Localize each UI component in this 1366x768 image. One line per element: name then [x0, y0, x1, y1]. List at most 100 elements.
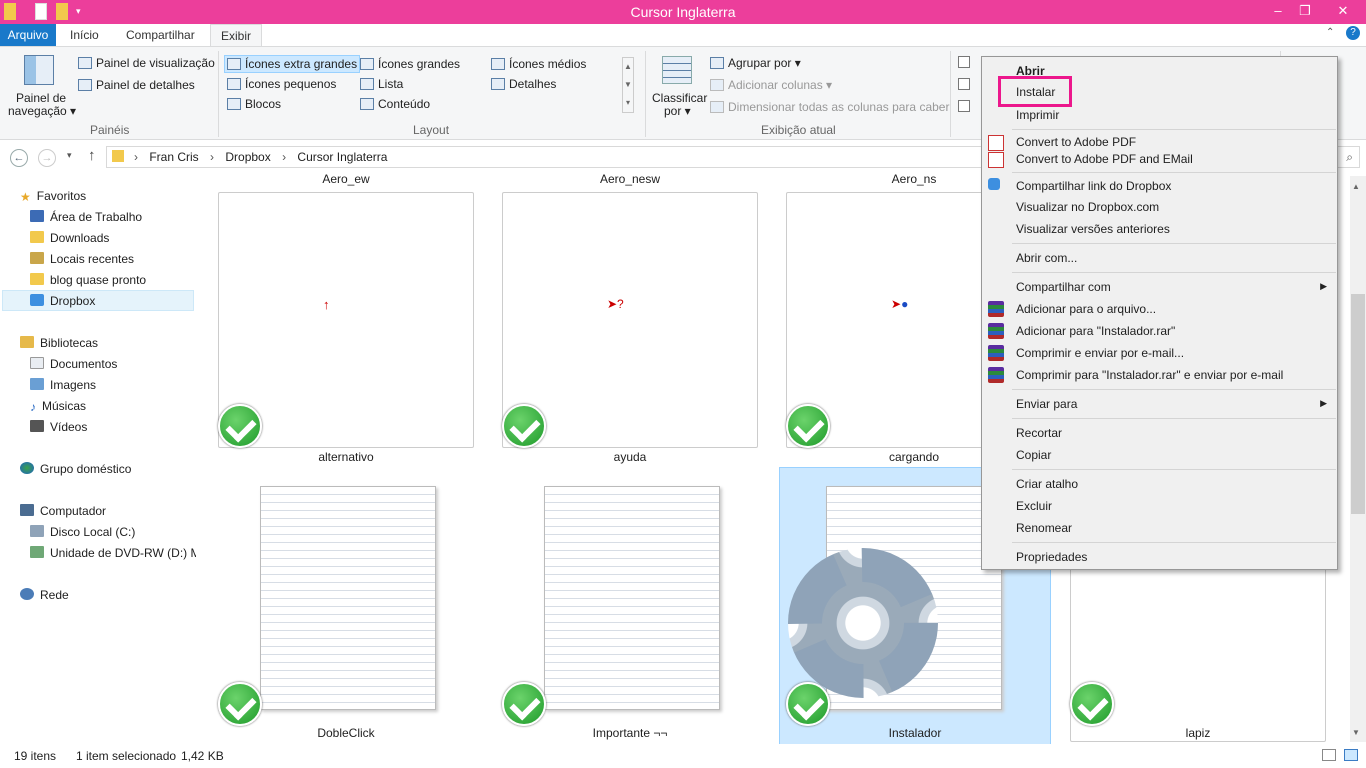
scroll-down-icon[interactable]: ▼: [1352, 728, 1360, 737]
menu-create-shortcut[interactable]: Criar atalho: [1016, 474, 1078, 494]
file-tile-importante[interactable]: Importante ¬¬: [480, 468, 752, 748]
size-columns-button[interactable]: Dimensionar todas as colunas para caber: [710, 100, 949, 114]
navigation-pane-button[interactable]: Painel de: [16, 91, 66, 105]
details-view-icon[interactable]: [1322, 749, 1336, 761]
menu-dropbox-view[interactable]: Visualizar no Dropbox.com: [1016, 197, 1159, 217]
group-panes-label: Painéis: [90, 123, 130, 137]
file-label: lapiz: [1185, 726, 1211, 740]
tab-view[interactable]: Exibir: [210, 24, 263, 46]
menu-add-archive[interactable]: Adicionar para o arquivo...: [1016, 299, 1156, 319]
nav-computer[interactable]: Computador: [20, 501, 106, 521]
menu-properties[interactable]: Propriedades: [1016, 547, 1087, 567]
breadcrumb-chevron-icon: ›: [282, 150, 287, 164]
breadcrumb-item[interactable]: Fran Cris: [149, 150, 198, 164]
help-icon[interactable]: ?: [1346, 26, 1360, 40]
menu-open-with[interactable]: Abrir com...: [1016, 248, 1077, 268]
extra-large-icons-button[interactable]: Ícones extra grandes: [224, 55, 361, 73]
menu-dropbox-share-link[interactable]: Compartilhar link do Dropbox: [1016, 176, 1171, 196]
list-button[interactable]: Lista: [360, 77, 403, 91]
breadcrumb-item[interactable]: Cursor Inglaterra: [297, 150, 387, 164]
nav-images[interactable]: Imagens: [30, 375, 96, 395]
computer-icon: [20, 504, 34, 516]
file-tile-ayuda[interactable]: ➤? ayuda: [480, 174, 758, 464]
medium-icons-icon: [491, 58, 505, 70]
nav-downloads[interactable]: Downloads: [30, 228, 109, 248]
nav-documents[interactable]: Documentos: [30, 354, 117, 374]
add-columns-button[interactable]: Adicionar colunas ▾: [710, 78, 832, 92]
close-button[interactable]: ✕: [1320, 0, 1366, 22]
layout-gallery-scroll[interactable]: ▲ ▼ ▾: [622, 57, 634, 113]
medium-icons-button[interactable]: Ícones médios: [491, 57, 586, 71]
large-icons-view-icon[interactable]: [1344, 749, 1358, 761]
nav-blog[interactable]: blog quase pronto: [30, 270, 146, 290]
preview-pane-button[interactable]: Painel de visualização: [78, 56, 215, 70]
tab-home[interactable]: Início: [60, 24, 109, 46]
menu-print[interactable]: Imprimir: [1016, 105, 1059, 125]
menu-copy[interactable]: Copiar: [1016, 445, 1051, 465]
details-pane-button[interactable]: Painel de detalhes: [78, 78, 195, 92]
file-tile-alternativo[interactable]: ↑ alternativo: [196, 174, 474, 464]
nav-dropbox[interactable]: Dropbox: [30, 291, 95, 311]
dropbox-icon: [988, 178, 1000, 190]
vertical-scrollbar[interactable]: ▲ ▼: [1350, 176, 1366, 742]
item-count: 19 itens: [14, 749, 57, 763]
menu-dropbox-versions[interactable]: Visualizar versões anteriores: [1016, 219, 1170, 239]
maximize-button[interactable]: ❐: [1290, 0, 1320, 22]
sort-by-button[interactable]: Classificar: [652, 91, 707, 105]
details-button[interactable]: Detalhes: [491, 77, 556, 91]
homegroup-icon: [20, 462, 34, 474]
menu-share-with[interactable]: Compartilhar com: [1016, 277, 1111, 297]
small-icons-icon: [227, 78, 241, 90]
title-bar: ▾ Cursor Inglaterra – ❐ ✕: [0, 0, 1366, 24]
sync-check-icon: [218, 682, 262, 726]
navigation-pane-icon[interactable]: [24, 55, 54, 85]
pdf-email-icon: [988, 152, 1004, 168]
minimize-button[interactable]: –: [1263, 0, 1293, 22]
menu-add-rar[interactable]: Adicionar para "Instalador.rar": [1016, 321, 1175, 341]
group-by-button[interactable]: Agrupar por ▾: [710, 56, 801, 70]
navigation-pane-button-2[interactable]: navegação ▾: [8, 104, 76, 118]
large-icons-icon: [360, 58, 374, 70]
nav-desktop[interactable]: Área de Trabalho: [30, 207, 142, 227]
nav-recent[interactable]: Locais recentes: [30, 249, 134, 269]
back-button[interactable]: ←: [10, 149, 28, 167]
content-button[interactable]: Conteúdo: [360, 97, 430, 111]
up-arrow-icon[interactable]: ↑: [88, 147, 96, 164]
menu-cut[interactable]: Recortar: [1016, 423, 1062, 443]
menu-compress-rar-email[interactable]: Comprimir para "Instalador.rar" e enviar…: [1016, 365, 1283, 385]
menu-send-to[interactable]: Enviar para: [1016, 394, 1077, 414]
menu-separator: [1012, 172, 1336, 173]
menu-compress-email[interactable]: Comprimir e enviar por e-mail...: [1016, 343, 1184, 363]
file-tile-dobleclick[interactable]: DobleClick: [196, 468, 468, 748]
breadcrumb-item[interactable]: Dropbox: [225, 150, 270, 164]
menu-delete[interactable]: Excluir: [1016, 496, 1052, 516]
large-icons-button[interactable]: Ícones grandes: [360, 57, 460, 71]
sort-by-button-2[interactable]: por ▾: [664, 104, 691, 118]
tiles-button[interactable]: Blocos: [227, 97, 281, 111]
checkbox-1[interactable]: [958, 56, 970, 68]
tab-share[interactable]: Compartilhar: [116, 24, 205, 46]
nav-dvd[interactable]: Unidade de DVD-RW (D:) M: [30, 543, 200, 563]
nav-favorites[interactable]: ★ Favoritos: [20, 186, 86, 206]
nav-network[interactable]: Rede: [20, 585, 69, 605]
menu-rename[interactable]: Renomear: [1016, 518, 1072, 538]
collapse-ribbon-icon[interactable]: ⌃: [1326, 27, 1334, 38]
arrow-cursor-icon: ↑: [323, 297, 330, 312]
menu-separator: [1012, 272, 1336, 273]
checkbox-2[interactable]: [958, 78, 970, 90]
recent-locations-icon[interactable]: ▾: [67, 150, 72, 161]
nav-libraries[interactable]: Bibliotecas: [20, 333, 98, 353]
menu-separator: [1012, 418, 1336, 419]
nav-disk-c[interactable]: Disco Local (C:): [30, 522, 135, 542]
menu-convert-pdf-email[interactable]: Convert to Adobe PDF and EMail: [1016, 149, 1193, 169]
scrollbar-thumb[interactable]: [1351, 294, 1365, 514]
nav-homegroup[interactable]: Grupo doméstico: [20, 459, 131, 479]
small-icons-button[interactable]: Ícones pequenos: [227, 77, 336, 91]
sort-by-icon[interactable]: [662, 56, 692, 84]
checkbox-3[interactable]: [958, 100, 970, 112]
tab-file[interactable]: Arquivo: [0, 24, 56, 46]
scroll-up-icon[interactable]: ▲: [1352, 182, 1360, 191]
nav-music[interactable]: ♪ Músicas: [30, 396, 86, 416]
forward-button[interactable]: →: [38, 149, 56, 167]
nav-videos[interactable]: Vídeos: [30, 417, 87, 437]
